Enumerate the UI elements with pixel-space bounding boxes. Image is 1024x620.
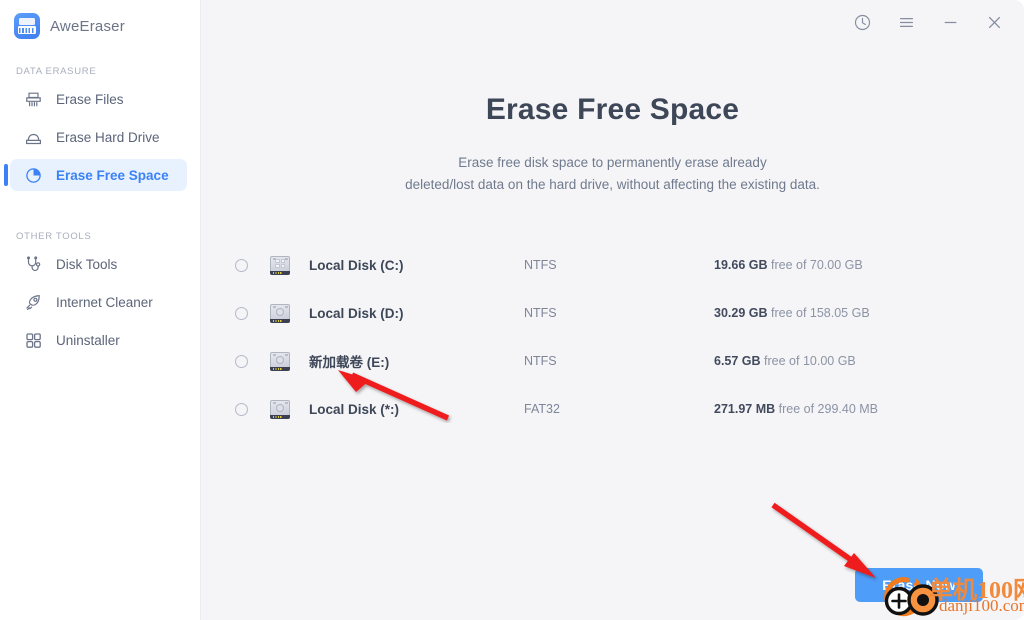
windows-drive-icon <box>269 254 291 276</box>
disk-total-value: free of 158.05 GB <box>767 306 870 320</box>
page-description: Erase free disk space to permanently era… <box>201 152 1024 196</box>
table-row[interactable]: Local Disk (C:) NTFS 19.66 GB free of 70… <box>231 241 996 289</box>
harddrive-icon <box>24 128 43 147</box>
disk-filesystem: NTFS <box>524 258 557 272</box>
disk-free-value: 19.66 GB <box>714 258 768 272</box>
page-description-line-1: Erase free disk space to permanently era… <box>458 155 767 170</box>
sidebar-item-uninstaller[interactable]: Uninstaller <box>10 324 187 356</box>
table-row[interactable]: Local Disk (D:) NTFS 30.29 GB free of 15… <box>231 289 996 337</box>
main-content: Erase Free Space Erase free disk space t… <box>201 0 1024 620</box>
sidebar-item-label: Uninstaller <box>56 332 120 348</box>
rocket-icon <box>24 293 43 312</box>
history-icon[interactable] <box>840 2 884 42</box>
sidebar-section-data-erasure: DATA ERASURE <box>16 66 97 77</box>
disk-total-value: free of 70.00 GB <box>767 258 863 272</box>
application-window: AweEraser DATA ERASURE Erase Files Erase… <box>0 0 1024 620</box>
disk-free-value: 30.29 GB <box>714 306 768 320</box>
harddrive-icon <box>269 398 291 420</box>
harddrive-icon <box>269 302 291 324</box>
disk-filesystem: NTFS <box>524 354 557 368</box>
page-title: Erase Free Space <box>485 93 740 126</box>
disk-free-value: 271.97 MB <box>714 402 776 416</box>
disk-free-value: 6.57 GB <box>714 354 761 368</box>
sidebar-item-label: Erase Free Space <box>56 167 169 183</box>
disk-filesystem: NTFS <box>524 306 557 320</box>
sidebar-item-internet-cleaner[interactable]: Internet Cleaner <box>10 286 187 318</box>
disk-radio-e[interactable] <box>235 354 248 368</box>
disk-total-value: free of 299.40 MB <box>775 402 878 416</box>
page-description-line-2: deleted/lost data on the hard drive, wit… <box>405 177 820 192</box>
sidebar: AweEraser DATA ERASURE Erase Files Erase… <box>0 0 201 620</box>
disk-total-value: free of 10.00 GB <box>760 354 856 368</box>
disk-radio-star[interactable] <box>235 402 248 416</box>
disk-space: 271.97 MB free of 299.40 MB <box>714 402 878 416</box>
minimize-icon[interactable] <box>928 2 972 42</box>
pie-chart-icon <box>24 166 43 185</box>
shredder-icon <box>24 90 43 109</box>
disk-name: Local Disk (*:) <box>309 401 400 417</box>
disk-space: 30.29 GB free of 158.05 GB <box>714 306 870 320</box>
titlebar-controls <box>840 0 1024 44</box>
stethoscope-icon <box>24 255 43 274</box>
disk-filesystem: FAT32 <box>524 402 560 416</box>
app-name: AweEraser <box>50 17 125 35</box>
disk-space: 6.57 GB free of 10.00 GB <box>714 354 856 368</box>
sidebar-item-label: Erase Files <box>56 91 124 107</box>
disk-radio-d[interactable] <box>235 306 248 320</box>
harddrive-icon <box>269 350 291 372</box>
sidebar-item-label: Erase Hard Drive <box>56 129 160 145</box>
sidebar-item-disk-tools[interactable]: Disk Tools <box>10 248 187 280</box>
menu-icon[interactable] <box>884 2 928 42</box>
sidebar-item-label: Internet Cleaner <box>56 294 153 310</box>
table-row[interactable]: Local Disk (*:) FAT32 271.97 MB free of … <box>231 385 996 433</box>
disk-radio-c[interactable] <box>235 258 248 272</box>
sidebar-item-label: Disk Tools <box>56 256 118 272</box>
sidebar-item-erase-files[interactable]: Erase Files <box>10 83 187 115</box>
app-brand: AweEraser <box>0 4 200 48</box>
sidebar-item-erase-hard-drive[interactable]: Erase Hard Drive <box>10 121 187 153</box>
table-row[interactable]: 新加载卷 (E:) NTFS 6.57 GB free of 10.00 GB <box>231 337 996 385</box>
shredder-icon <box>14 13 40 39</box>
disk-name: 新加载卷 (E:) <box>309 355 390 370</box>
erase-now-button[interactable]: Erase Now <box>855 568 983 602</box>
disk-name: Local Disk (C:) <box>309 257 404 273</box>
sidebar-item-erase-free-space[interactable]: Erase Free Space <box>4 159 187 191</box>
disk-list: Local Disk (C:) NTFS 19.66 GB free of 70… <box>231 241 996 433</box>
disk-space: 19.66 GB free of 70.00 GB <box>714 258 863 272</box>
grid-squares-icon <box>24 331 43 350</box>
disk-name: Local Disk (D:) <box>309 305 404 321</box>
sidebar-section-other-tools: OTHER TOOLS <box>16 231 92 242</box>
close-icon[interactable] <box>972 2 1016 42</box>
